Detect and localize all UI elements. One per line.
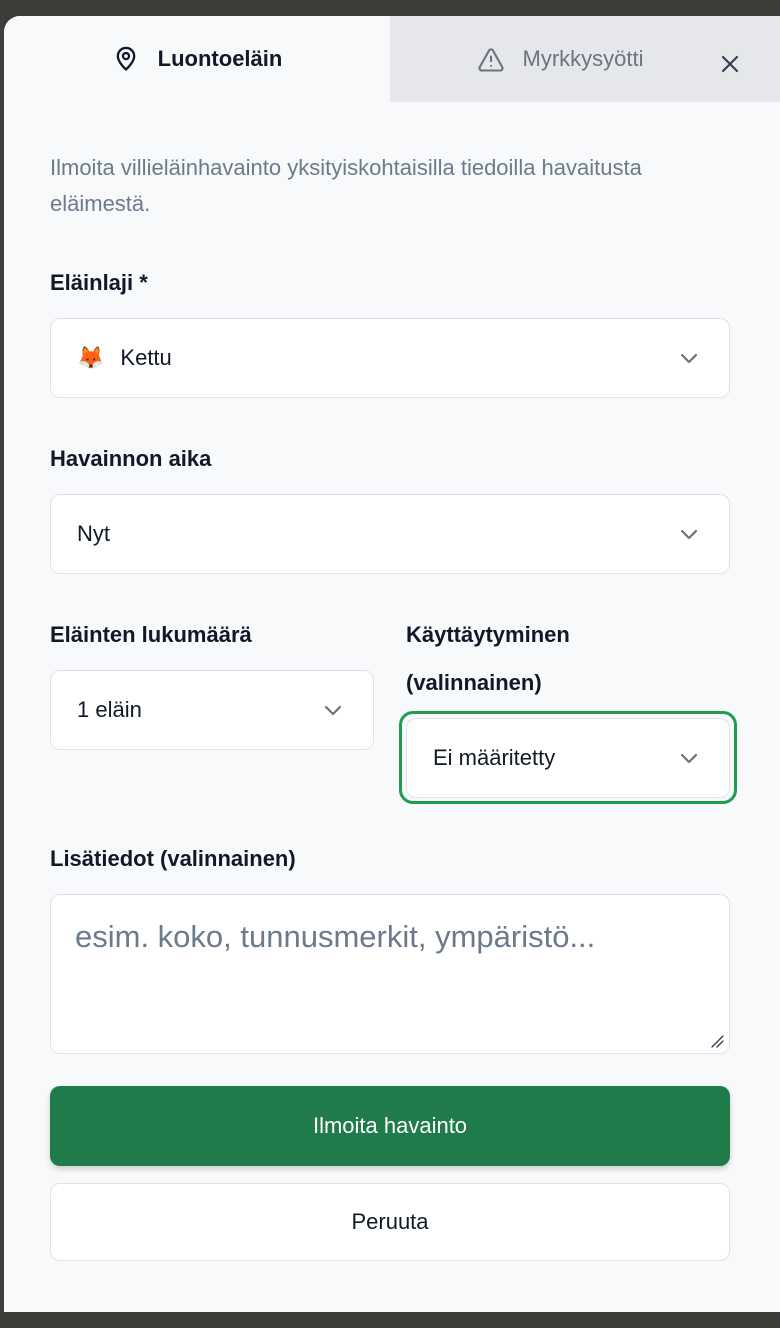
cancel-button[interactable]: Peruuta bbox=[50, 1183, 730, 1261]
close-icon bbox=[718, 52, 742, 81]
report-modal: Luontoeläin Myrkkysyötti Ilmoita villiel… bbox=[4, 16, 780, 1312]
map-pin-icon bbox=[112, 45, 140, 73]
tab-label: Myrkkysyötti bbox=[522, 46, 644, 71]
behavior-select[interactable]: Ei määritetty bbox=[406, 718, 730, 798]
time-value: Nyt bbox=[77, 521, 110, 546]
chevron-down-icon bbox=[321, 698, 345, 722]
map-background-bottom bbox=[0, 1312, 780, 1328]
tab-luontoelain[interactable]: Luontoeläin bbox=[4, 16, 390, 102]
species-label: Eläinlaji * bbox=[50, 270, 148, 295]
notes-textarea[interactable] bbox=[50, 894, 730, 1054]
time-select[interactable]: Nyt bbox=[50, 494, 730, 574]
close-button[interactable] bbox=[716, 52, 744, 80]
time-label: Havainnon aika bbox=[50, 446, 212, 471]
fox-emoji-icon: 🦊 bbox=[77, 345, 105, 370]
behavior-value: Ei määritetty bbox=[433, 745, 556, 770]
behavior-label: Käyttäytyminen bbox=[406, 622, 570, 647]
submit-button[interactable]: Ilmoita havainto bbox=[50, 1086, 730, 1166]
notes-label: Lisätiedot (valinnainen) bbox=[50, 846, 296, 871]
behavior-label-optional: (valinnainen) bbox=[406, 670, 542, 695]
species-value: Kettu bbox=[120, 345, 172, 370]
count-select[interactable]: 1 eläin bbox=[50, 670, 374, 750]
tab-bar: Luontoeläin Myrkkysyötti bbox=[4, 16, 780, 102]
resize-handle-icon[interactable] bbox=[708, 1032, 724, 1048]
chevron-down-icon bbox=[677, 522, 701, 546]
tab-label: Luontoeläin bbox=[157, 46, 283, 71]
intro-text: Ilmoita villieläinhavainto yksityiskohta… bbox=[50, 155, 642, 216]
species-select[interactable]: 🦊 Kettu bbox=[50, 318, 730, 398]
count-value: 1 eläin bbox=[77, 697, 142, 722]
map-background-top bbox=[0, 0, 780, 16]
chevron-down-icon bbox=[677, 746, 701, 770]
count-label: Eläinten lukumäärä bbox=[50, 622, 252, 647]
chevron-down-icon bbox=[677, 346, 701, 370]
warning-triangle-icon bbox=[477, 45, 505, 73]
